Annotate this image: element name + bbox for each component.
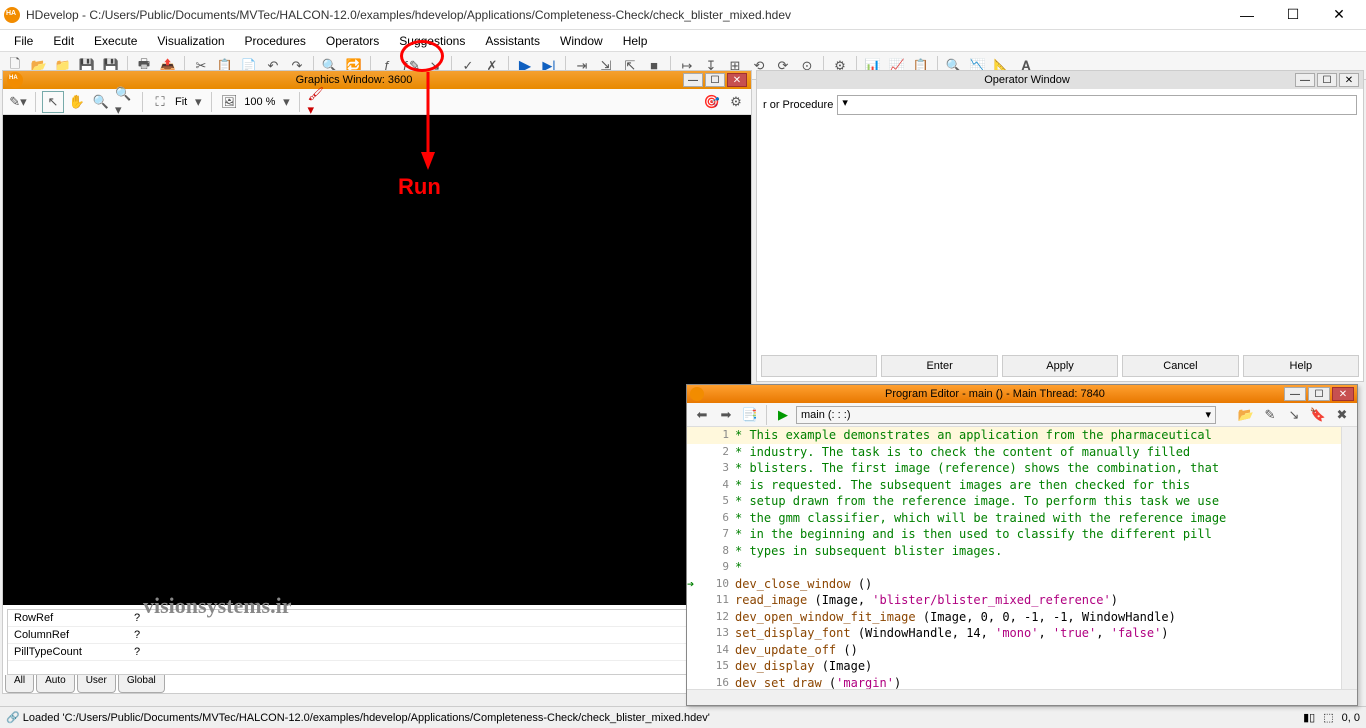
variable-row[interactable]: PillTypeCount? — [8, 644, 746, 661]
operator-minimize-button[interactable]: — — [1295, 73, 1315, 87]
graphics-window-icon — [7, 72, 23, 88]
menu-suggestions[interactable]: Suggestions — [389, 32, 475, 50]
operator-help-button[interactable]: Help — [1243, 355, 1359, 377]
status-icon: 🔗 — [6, 711, 20, 724]
nav-back-icon[interactable]: ⬅ — [691, 404, 713, 426]
operator-window-title: Operator Window — [761, 74, 1293, 86]
display-settings-icon[interactable]: ⚙ — [725, 91, 747, 113]
fit-label: Fit — [173, 96, 189, 108]
graphics-close-button[interactable]: ✕ — [727, 73, 747, 87]
tab-global[interactable]: Global — [118, 675, 165, 693]
operator-window-titlebar[interactable]: Operator Window — ☐ ✕ — [757, 71, 1363, 89]
window-title: HDevelop - C:/Users/Public/Documents/MVT… — [26, 8, 1224, 22]
status-coord-icon: ⬚ — [1323, 711, 1333, 724]
proc-step-icon[interactable]: ↘ — [1283, 404, 1305, 426]
tab-all[interactable]: All — [5, 675, 34, 693]
pointer-icon[interactable]: ↖ — [42, 91, 64, 113]
operator-cancel-button[interactable]: Cancel — [1122, 355, 1238, 377]
menubar: File Edit Execute Visualization Procedur… — [0, 30, 1366, 52]
program-minimize-button[interactable]: — — [1284, 387, 1306, 401]
graphics-window-title: Graphics Window: 3600 — [27, 74, 681, 86]
close-button[interactable]: ✕ — [1316, 1, 1362, 29]
operator-combo-label: r or Procedure — [763, 99, 833, 111]
menu-visualization[interactable]: Visualization — [147, 32, 234, 50]
menu-help[interactable]: Help — [613, 32, 658, 50]
zoom-drop-icon[interactable]: 🔍▾ — [114, 91, 136, 113]
app-icon — [4, 7, 20, 23]
operator-window: Operator Window — ☐ ✕ r or Procedure ▾ E… — [756, 70, 1364, 382]
pixel-info-icon[interactable]: 🎯 — [701, 91, 723, 113]
nav-forward-icon[interactable]: ➡ — [715, 404, 737, 426]
horizontal-scrollbar[interactable] — [687, 689, 1357, 705]
operator-combo[interactable]: ▾ — [837, 95, 1357, 115]
zoom-percent: 100 % — [242, 96, 277, 108]
program-editor-titlebar[interactable]: Program Editor - main () - Main Thread: … — [687, 385, 1357, 403]
operator-close-button[interactable]: ✕ — [1339, 73, 1359, 87]
operator-apply-button[interactable]: Apply — [1002, 355, 1118, 377]
program-toolbar: ⬅ ➡ 📑 ▶ main (: : :)▾ 📂 ✎ ↘ 🔖 ✖ — [687, 403, 1357, 427]
graphics-minimize-button[interactable]: — — [683, 73, 703, 87]
operator-enter-button[interactable]: Enter — [881, 355, 997, 377]
menu-operators[interactable]: Operators — [316, 32, 389, 50]
status-coordinates: 0, 0 — [1342, 712, 1360, 724]
operator-blank-button[interactable] — [761, 355, 877, 377]
minimize-button[interactable]: — — [1224, 1, 1270, 29]
tab-auto[interactable]: Auto — [36, 675, 75, 693]
graphics-window: Graphics Window: 3600 — ☐ ✕ ✎▾ ↖ ✋ 🔍 🔍▾ … — [2, 70, 752, 694]
proc-bookmark-icon[interactable]: 🔖 — [1307, 404, 1329, 426]
status-message: Loaded 'C:/Users/Public/Documents/MVTec/… — [23, 712, 710, 724]
program-editor-window: Program Editor - main () - Main Thread: … — [686, 384, 1358, 706]
maximize-button[interactable]: ☐ — [1270, 1, 1316, 29]
menu-edit[interactable]: Edit — [43, 32, 84, 50]
fit-icon[interactable]: ⛶ — [149, 91, 171, 113]
tab-user[interactable]: User — [77, 675, 116, 693]
graphics-maximize-button[interactable]: ☐ — [705, 73, 725, 87]
variable-tabs: All Auto User Global — [5, 675, 167, 693]
proc-interface-icon[interactable]: ✎ — [1259, 404, 1281, 426]
zoom-icon[interactable]: 🔍 — [90, 91, 112, 113]
program-editor-title: Program Editor - main () - Main Thread: … — [708, 388, 1282, 400]
graphics-canvas[interactable] — [3, 115, 751, 605]
operator-maximize-button[interactable]: ☐ — [1317, 73, 1337, 87]
open-proc-icon[interactable]: 📂 — [1235, 404, 1257, 426]
menu-assistants[interactable]: Assistants — [475, 32, 550, 50]
menu-file[interactable]: File — [4, 32, 43, 50]
clear-icon[interactable]: 🖌▾ — [306, 91, 328, 113]
variable-panel: RowRef? ColumnRef? PillTypeCount? — [7, 609, 747, 675]
procedure-icon[interactable]: ▶ — [772, 404, 794, 426]
fit-drop-icon[interactable]: ▾ — [191, 91, 205, 113]
draw-icon[interactable]: ✎▾ — [7, 91, 29, 113]
procedure-list-icon[interactable]: 📑 — [739, 404, 761, 426]
statusbar: 🔗 Loaded 'C:/Users/Public/Documents/MVTe… — [0, 706, 1366, 728]
program-editor-icon — [690, 387, 704, 401]
program-close-button[interactable]: ✕ — [1332, 387, 1354, 401]
zoom-drop-icon[interactable]: ▾ — [279, 91, 293, 113]
variable-row[interactable]: ColumnRef? — [8, 627, 746, 644]
code-editor[interactable]: 1* This example demonstrates an applicat… — [687, 427, 1341, 689]
titlebar: HDevelop - C:/Users/Public/Documents/MVT… — [0, 0, 1366, 30]
vertical-scrollbar[interactable] — [1341, 427, 1357, 689]
status-progress-icon: ▮▯ — [1303, 711, 1315, 724]
procedure-combo[interactable]: main (: : :)▾ — [796, 406, 1216, 424]
graphics-toolbar: ✎▾ ↖ ✋ 🔍 🔍▾ ⛶ Fit ▾ 🖼 100 % ▾ 🖌▾ 🎯 ⚙ — [3, 89, 751, 115]
menu-window[interactable]: Window — [550, 32, 613, 50]
program-maximize-button[interactable]: ☐ — [1308, 387, 1330, 401]
menu-procedures[interactable]: Procedures — [235, 32, 316, 50]
proc-delete-icon[interactable]: ✖ — [1331, 404, 1353, 426]
move-icon[interactable]: ✋ — [66, 91, 88, 113]
menu-execute[interactable]: Execute — [84, 32, 147, 50]
variable-row[interactable]: RowRef? — [8, 610, 746, 627]
image-size-icon[interactable]: 🖼 — [218, 91, 240, 113]
